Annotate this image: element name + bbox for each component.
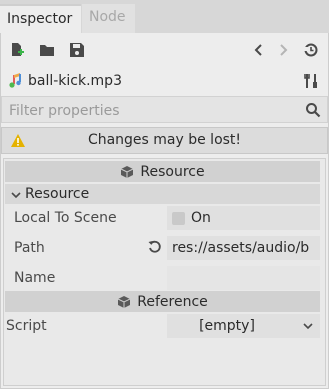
changes-warning-banner: Changes may be lost!: [1, 127, 328, 154]
local-to-scene-toggle[interactable]: On: [167, 206, 320, 230]
chevron-left-icon[interactable]: [248, 39, 270, 61]
subsection-resource[interactable]: Resource: [5, 184, 320, 204]
subsection-resource-label: Resource: [25, 186, 90, 202]
script-value: [empty]: [199, 318, 255, 334]
audio-file-icon: [5, 70, 27, 92]
resource-name: ball-kick.mp3: [28, 73, 122, 89]
new-resource-icon[interactable]: [6, 39, 28, 61]
history-icon[interactable]: [300, 39, 322, 61]
path-value: res://assets/audio/b: [172, 240, 310, 256]
folder-open-icon[interactable]: [36, 39, 58, 61]
chevron-right-icon[interactable]: [272, 39, 294, 61]
script-label: Script: [6, 318, 47, 334]
chevron-down-icon: [302, 320, 314, 336]
tools-icon[interactable]: [300, 70, 322, 92]
filter-properties-input[interactable]: [7, 97, 301, 124]
tab-node[interactable]: Node: [82, 4, 135, 33]
path-label: Path: [14, 240, 45, 256]
section-resource-label: Resource: [140, 163, 205, 180]
chevron-down-icon: [10, 187, 22, 207]
name-field[interactable]: [167, 266, 320, 290]
section-reference-header: Reference: [5, 291, 320, 312]
local-to-scene-label: Local To Scene: [14, 210, 117, 226]
cube-icon: [120, 165, 134, 179]
revert-icon[interactable]: [147, 239, 165, 257]
search-icon: [305, 102, 321, 118]
section-resource-header: Resource: [5, 161, 320, 182]
local-to-scene-checkbox[interactable]: [172, 212, 185, 225]
section-reference-label: Reference: [137, 293, 208, 310]
warning-text: Changes may be lost!: [87, 132, 242, 148]
save-icon[interactable]: [66, 39, 88, 61]
tab-inspector[interactable]: Inspector: [0, 4, 81, 33]
cube-icon: [117, 295, 131, 309]
name-label: Name: [14, 270, 56, 286]
script-dropdown[interactable]: [empty]: [167, 314, 320, 338]
path-field[interactable]: res://assets/audio/b: [167, 236, 320, 260]
local-to-scene-value: On: [191, 210, 211, 226]
filter-properties-field[interactable]: [1, 96, 328, 124]
